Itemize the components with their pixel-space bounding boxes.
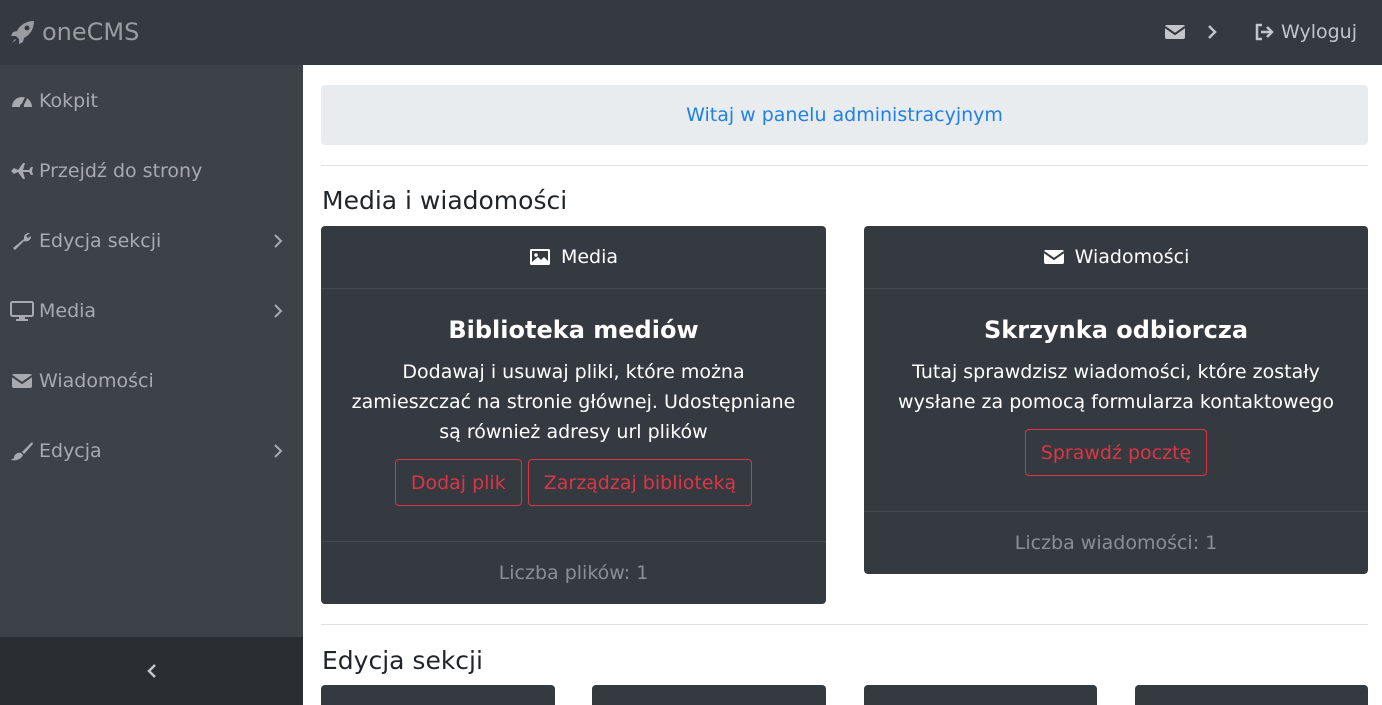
logout-button[interactable]: Wyloguj	[1254, 21, 1357, 43]
button-row: Sprawdź pocztę	[884, 429, 1348, 476]
card-header-label: Wiadomości	[1074, 246, 1190, 268]
section-card	[1135, 685, 1368, 705]
sidebar-item-label: Kokpit	[39, 90, 98, 112]
check-mail-button[interactable]: Sprawdź pocztę	[1024, 429, 1208, 476]
file-count: Liczba plików: 1	[498, 562, 649, 584]
divider	[321, 624, 1368, 625]
card-header: Media	[321, 226, 826, 289]
sidebar-item-media[interactable]: Media	[0, 276, 303, 346]
card-title: Biblioteka mediów	[448, 316, 699, 344]
card-body: Skrzynka odbiorcza Tutaj sprawdzisz wiad…	[864, 315, 1368, 476]
divider	[321, 165, 1368, 166]
card-text: Dodawaj i usuwaj pliki, które można zami…	[351, 361, 796, 443]
envelope-icon	[11, 374, 33, 388]
manage-library-button[interactable]: Zarządzaj biblioteką	[527, 459, 753, 506]
sidebar-item-label: Media	[39, 300, 97, 322]
chevron-right-icon	[274, 234, 283, 248]
card-footer: Liczba wiadomości: 1	[864, 511, 1368, 574]
section-card	[864, 685, 1097, 705]
paint-brush-icon	[11, 442, 33, 461]
welcome-text: Witaj w panelu administracyjnym	[686, 104, 1003, 126]
card-header-label: Media	[560, 246, 619, 268]
chevron-right-icon[interactable]	[1206, 24, 1218, 40]
tachometer-icon	[12, 97, 32, 108]
sign-out-icon	[1255, 23, 1274, 41]
sidebar-item-label: Edycja sekcji	[39, 230, 162, 252]
envelope-icon[interactable]	[1164, 23, 1186, 41]
media-card: Media Biblioteka mediów Dodawaj i usuwaj…	[321, 226, 826, 604]
chevron-right-icon	[274, 304, 283, 318]
sidebar-item-label: Przejdź do strony	[39, 160, 203, 182]
section-title-media: Media i wiadomości	[322, 186, 568, 215]
desktop-icon	[10, 301, 34, 321]
sidebar-item-edycja[interactable]: Edycja	[0, 416, 303, 486]
logout-label: Wyloguj	[1281, 21, 1357, 43]
plane-icon	[11, 163, 33, 179]
button-row: Dodaj plik Zarządzaj biblioteką	[341, 459, 806, 506]
section-card	[321, 685, 555, 705]
top-navbar: oneCMS Wyloguj	[0, 0, 1382, 65]
message-count: Liczba wiadomości: 1	[1014, 532, 1218, 554]
brand-name: oneCMS	[42, 18, 140, 46]
sidebar-item-przejdz[interactable]: Przejdź do strony	[0, 136, 303, 206]
card-text: Tutaj sprawdzisz wiadomości, które zosta…	[898, 361, 1334, 413]
wrench-icon	[13, 232, 32, 250]
card-body: Biblioteka mediów Dodawaj i usuwaj pliki…	[321, 315, 826, 506]
sidebar-item-kokpit[interactable]: Kokpit	[0, 66, 303, 136]
card-title: Skrzynka odbiorcza	[983, 316, 1249, 344]
sidebar: Kokpit Przejdź do strony Edycja sekcji M…	[0, 65, 303, 705]
card-header: Wiadomości	[864, 226, 1368, 289]
sidebar-item-label: Edycja	[39, 440, 102, 462]
sidebar-item-label: Wiadomości	[39, 370, 154, 392]
card-footer: Liczba plików: 1	[321, 541, 826, 604]
chevron-left-icon	[146, 664, 156, 678]
chevron-right-icon	[274, 444, 283, 458]
messages-card: Wiadomości Skrzynka odbiorcza Tutaj spra…	[864, 226, 1368, 574]
brand[interactable]: oneCMS	[10, 15, 139, 49]
sidebar-toggle-button[interactable]	[0, 637, 303, 705]
add-file-button[interactable]: Dodaj plik	[394, 459, 522, 506]
sidebar-item-edycja-sekcji[interactable]: Edycja sekcji	[0, 206, 303, 276]
top-right-nav: Wyloguj	[1164, 16, 1357, 48]
section-title-edycja-sekcji: Edycja sekcji	[322, 646, 483, 675]
welcome-banner: Witaj w panelu administracyjnym	[321, 85, 1368, 145]
image-icon	[529, 249, 550, 265]
section-card	[592, 685, 826, 705]
envelope-icon	[1043, 250, 1065, 264]
rocket-icon	[11, 21, 34, 44]
sidebar-item-wiadomosci[interactable]: Wiadomości	[0, 346, 303, 416]
